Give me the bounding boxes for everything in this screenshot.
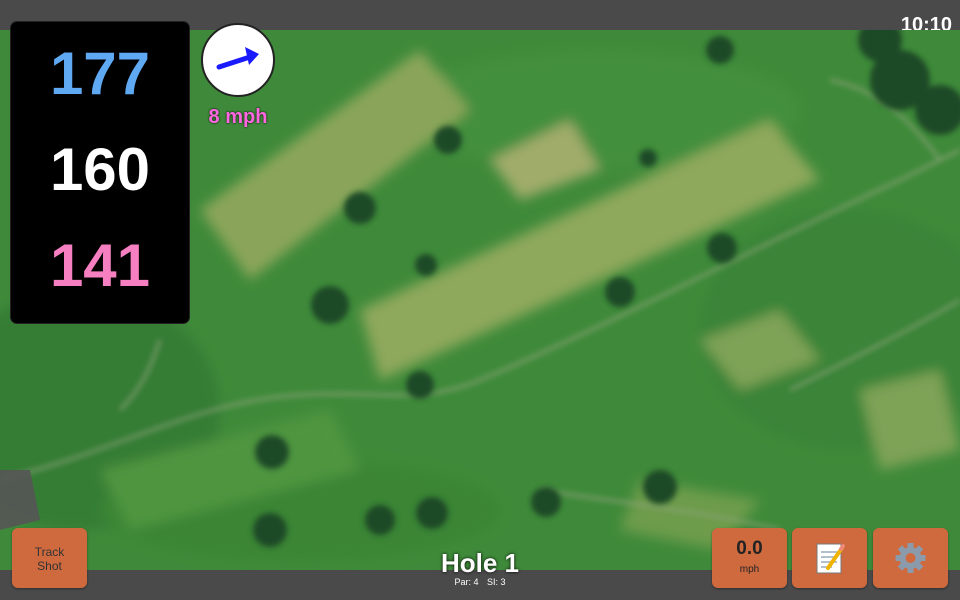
track-shot-button[interactable]: Track Shot [12,528,87,588]
distance-panel: 177 160 141 [11,22,189,323]
hole-par: Par: 4 [454,577,479,587]
distance-front: 141 [49,232,151,299]
wind-indicator[interactable] [201,23,275,97]
distance-middle: 160 [49,136,151,203]
speed-unit: mph [739,564,760,575]
distance-back: 177 [49,40,151,107]
wind-arrow-icon [216,47,259,70]
hole-title: Hole 1 [440,548,520,578]
notepad-icon [816,543,845,574]
settings-button[interactable] [873,528,948,588]
hole-si: SI: 3 [487,577,506,587]
shot-speed-button[interactable]: 0.0 mph [712,528,787,588]
speed-value: 0.0 [736,538,763,559]
hole-info: Par: 4 SI: 3 [380,577,580,587]
wind-speed: 8 mph [208,106,268,128]
notes-button[interactable] [792,528,867,588]
track-shot-label: Track Shot [34,545,65,573]
gear-icon [895,543,926,573]
